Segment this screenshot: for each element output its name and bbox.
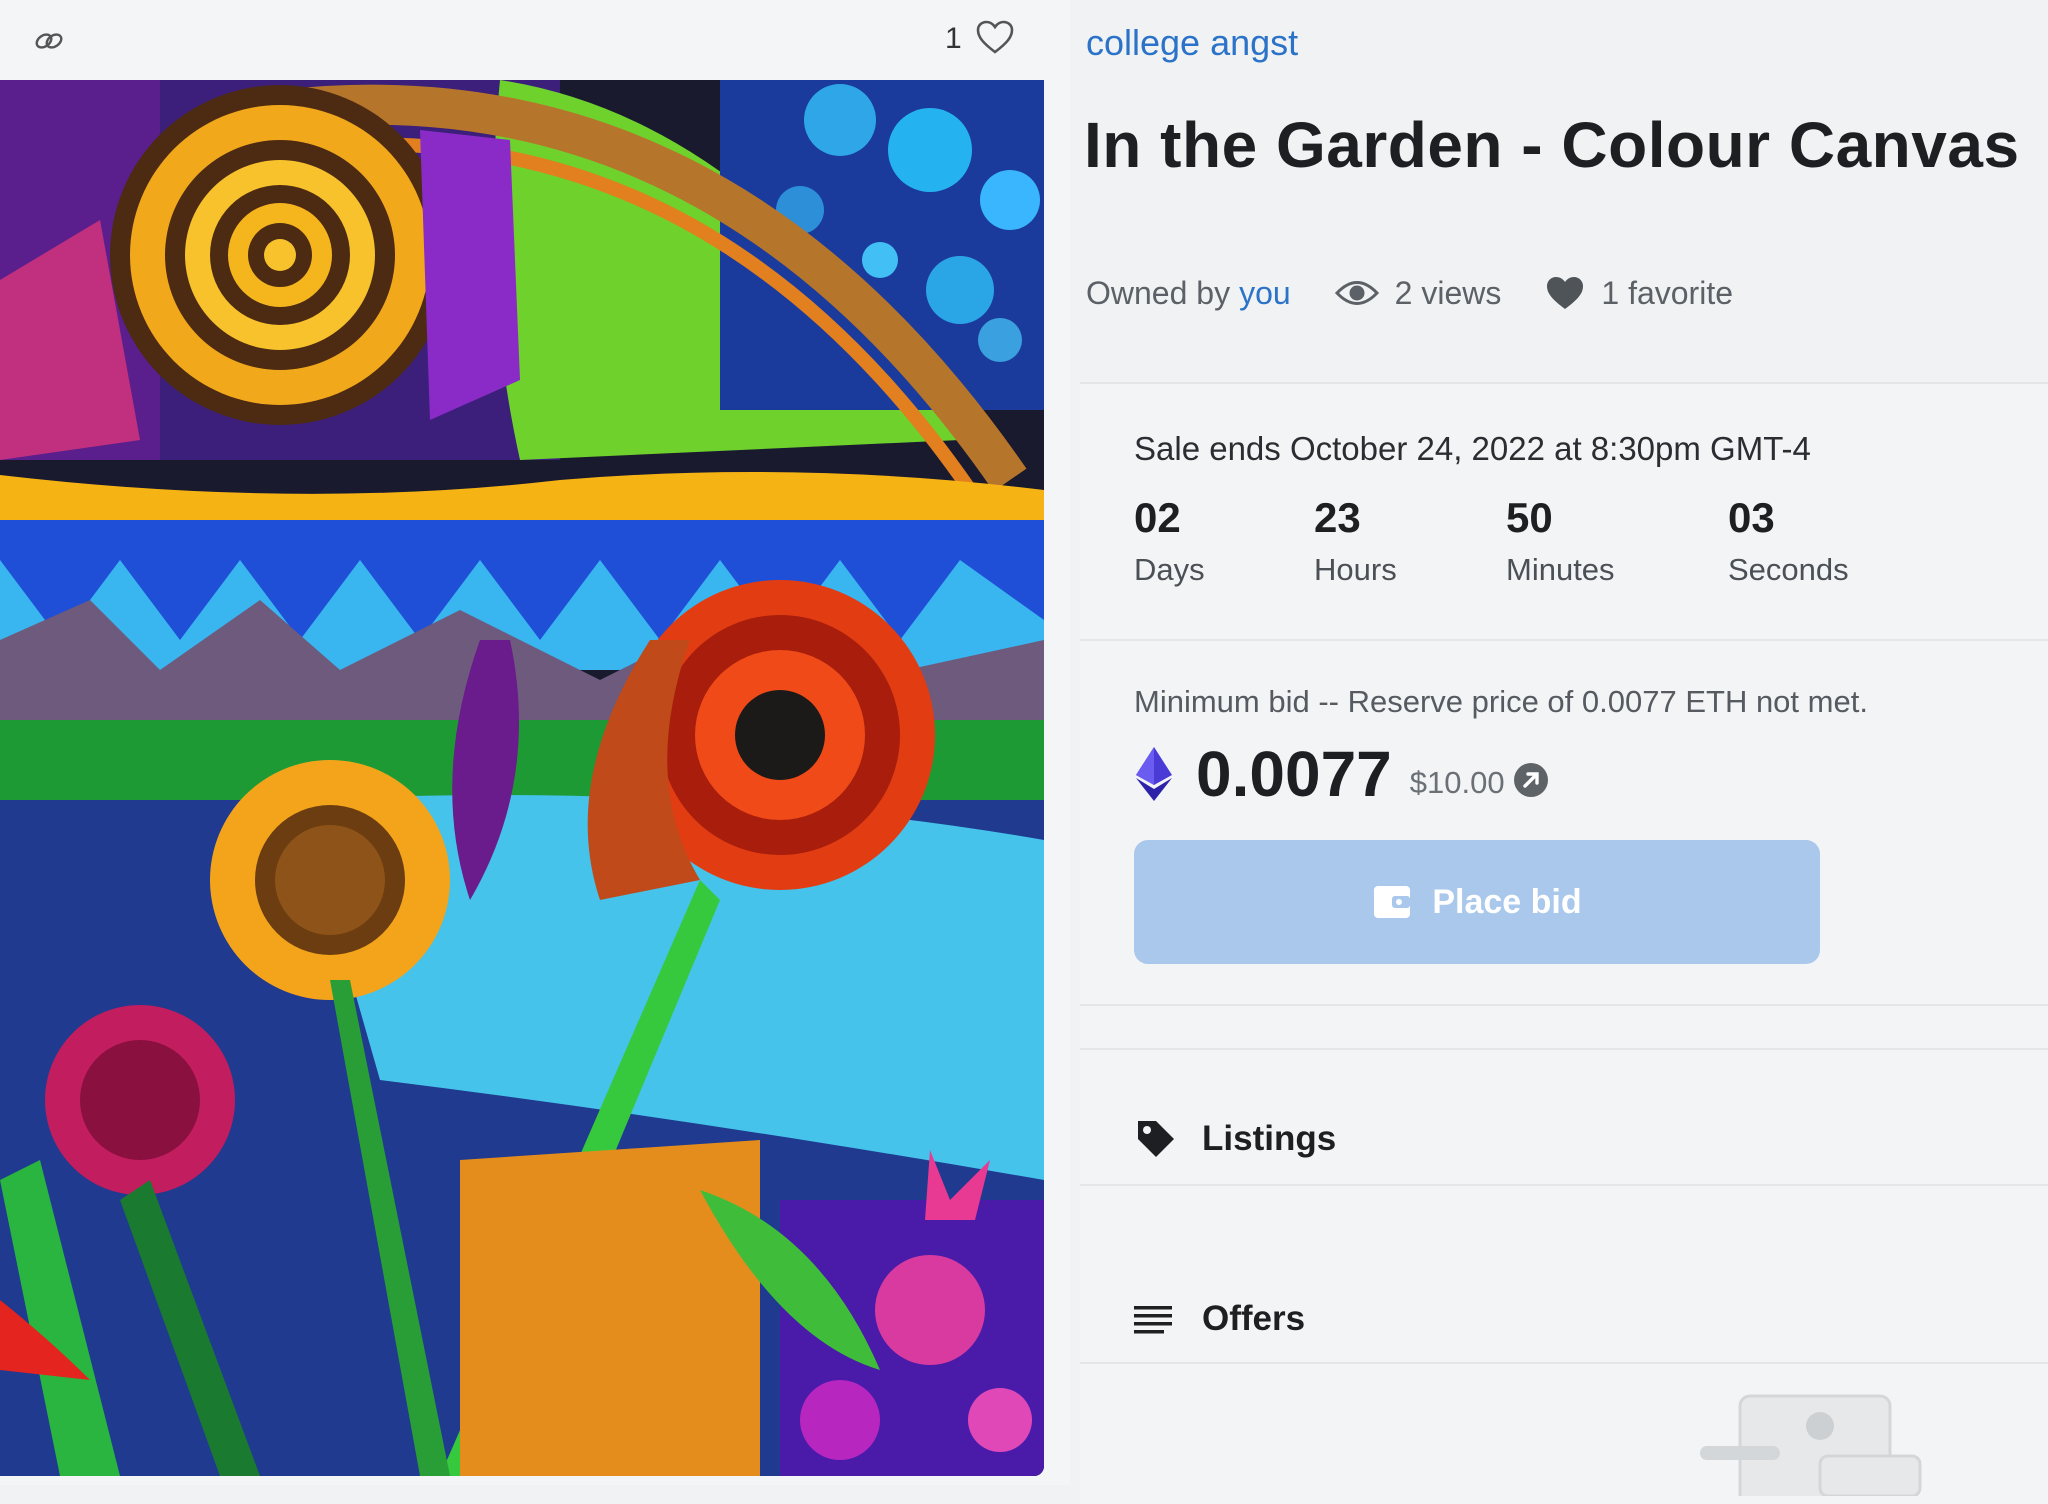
item-meta-row: Owned by you 2 views 1 favorite	[1086, 268, 1733, 318]
divider	[1080, 1362, 2048, 1364]
countdown-label: Seconds	[1728, 552, 1849, 587]
countdown-value: 50	[1506, 494, 1553, 541]
favorites-count: 1 favorite	[1601, 274, 1733, 311]
views-count: 2 views	[1394, 274, 1502, 311]
countdown-label: Minutes	[1506, 552, 1615, 587]
nft-title: In the Garden - Colour Canvas	[1084, 109, 2020, 181]
heart-outline-icon[interactable]	[975, 18, 1015, 63]
views-info: 2 views	[1334, 274, 1502, 312]
countdown-value: 23	[1314, 494, 1361, 541]
minimum-bid-note: Minimum bid -- Reserve price of 0.0077 E…	[1134, 684, 1868, 719]
divider	[1080, 1184, 2048, 1186]
countdown-value: 03	[1728, 494, 1775, 541]
external-link-icon[interactable]	[1513, 762, 1549, 803]
item-details-panel: college angst In the Garden - Colour Can…	[1070, 0, 2048, 1504]
divider	[1080, 1004, 2048, 1006]
sale-end-date: Sale ends October 24, 2022 at 8:30pm GMT…	[1134, 430, 1811, 467]
divider	[1080, 1048, 2048, 1050]
chain-icon[interactable]	[30, 22, 68, 60]
divider	[1080, 639, 2048, 641]
heart-filled-icon	[1545, 275, 1585, 311]
favorites-info: 1 favorite	[1545, 275, 1733, 312]
countdown-label: Hours	[1314, 552, 1397, 587]
countdown-minutes: 50 Minutes	[1506, 494, 1615, 588]
wallet-icon	[1372, 884, 1412, 920]
nft-artwork-image[interactable]	[0, 80, 1044, 1476]
tag-icon	[1134, 1117, 1180, 1161]
listings-section-header[interactable]: Listings	[1134, 1084, 2034, 1194]
artwork-panel: 1	[0, 0, 1070, 1485]
eye-icon	[1334, 278, 1379, 308]
sale-card: Sale ends October 24, 2022 at 8:30pm GMT…	[1080, 382, 2048, 1504]
owner-link[interactable]: you	[1239, 275, 1291, 312]
ethereum-icon	[1134, 747, 1174, 801]
collection-link[interactable]: college angst	[1086, 22, 1298, 64]
owner-info: Owned by you	[1086, 275, 1291, 312]
artwork-toolbar: 1	[0, 0, 1070, 78]
offers-section-header[interactable]: Offers	[1134, 1264, 2034, 1374]
place-bid-button[interactable]: Place bid	[1134, 840, 1820, 964]
price-eth: 0.0077	[1196, 738, 1392, 810]
list-icon	[1134, 1304, 1180, 1334]
owned-by-label: Owned by	[1086, 274, 1231, 311]
countdown-value: 02	[1134, 494, 1181, 541]
favorite-count: 1	[945, 22, 962, 55]
offers-label: Offers	[1202, 1299, 1306, 1338]
countdown-days: 02 Days	[1134, 494, 1205, 588]
empty-offers-icon	[1670, 1386, 1930, 1504]
countdown-label: Days	[1134, 552, 1205, 587]
price-row: 0.0077 $10.00	[1134, 734, 1549, 814]
listings-label: Listings	[1202, 1119, 1337, 1158]
countdown-hours: 23 Hours	[1314, 494, 1397, 588]
place-bid-label: Place bid	[1432, 882, 1582, 921]
countdown-seconds: 03 Seconds	[1728, 494, 1849, 588]
price-usd: $10.00	[1409, 765, 1505, 800]
countdown-timer: 02 Days 23 Hours 50 Minutes 03 Seconds	[1134, 494, 1854, 604]
